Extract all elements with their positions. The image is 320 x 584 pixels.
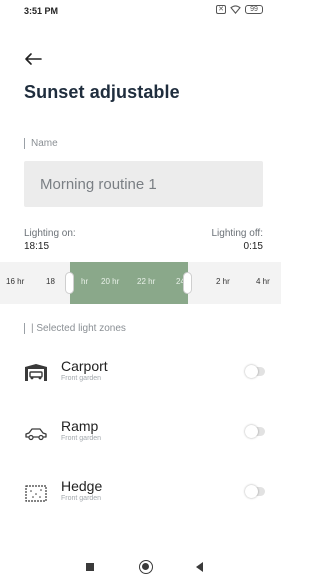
home-button[interactable] <box>139 560 153 574</box>
name-label: Name <box>24 138 58 149</box>
hedge-icon <box>25 485 47 502</box>
status-icons: ✕ 99 <box>216 5 263 14</box>
wifi-icon <box>230 5 241 14</box>
tick-label: 18 <box>46 277 55 286</box>
zones-section-label: | Selected light zones <box>24 323 126 334</box>
battery-icon: 99 <box>245 5 263 14</box>
toggle-knob <box>245 485 258 498</box>
zone-subtitle: Front garden <box>61 495 102 502</box>
system-nav-bar <box>0 550 281 584</box>
tick-label: 2 hr <box>216 277 230 286</box>
zone-item-hedge: Hedge Front garden <box>24 478 269 514</box>
name-input[interactable] <box>24 161 263 207</box>
lighting-off-value: 0:15 <box>243 241 263 252</box>
back-arrow-icon[interactable] <box>24 52 42 66</box>
status-time: 3:51 PM <box>24 6 59 16</box>
tick-label: 16 hr <box>6 277 25 286</box>
range-end-handle[interactable] <box>183 272 192 294</box>
zone-subtitle: Front garden <box>61 375 102 382</box>
time-range-slider[interactable]: 16 hr 18 hr 20 hr 22 hr 24 2 hr 4 hr <box>0 262 281 304</box>
lighting-off-label: Lighting off: <box>211 228 263 239</box>
tick-label: 20 hr <box>101 277 120 286</box>
zone-toggle-ramp[interactable] <box>245 425 265 438</box>
zone-name: Ramp <box>61 418 99 434</box>
range-start-handle[interactable] <box>65 272 74 294</box>
tick-label: hr <box>81 277 89 286</box>
zone-toggle-carport[interactable] <box>245 365 265 378</box>
tick-label: 4 hr <box>256 277 270 286</box>
recents-button[interactable] <box>86 563 94 571</box>
zone-name: Hedge <box>61 478 103 494</box>
car-icon <box>25 428 47 441</box>
toggle-knob <box>245 425 258 438</box>
page-title: Sunset adjustable <box>24 82 180 102</box>
zone-item-ramp: Ramp Front garden <box>24 418 269 454</box>
lighting-on-value: 18:15 <box>24 241 50 252</box>
zone-subtitle: Front garden <box>61 435 102 442</box>
back-button[interactable] <box>196 562 203 572</box>
tick-label: 22 hr <box>137 277 156 286</box>
zone-name: Carport <box>61 358 108 374</box>
status-bar: 3:51 PM ✕ 99 <box>0 0 281 24</box>
carport-icon <box>25 364 47 381</box>
zone-toggle-hedge[interactable] <box>245 485 265 498</box>
zone-item-carport: Carport Front garden <box>24 358 269 394</box>
sim-icon: ✕ <box>216 5 226 14</box>
lighting-on-label: Lighting on: <box>24 228 76 239</box>
toggle-knob <box>245 365 258 378</box>
